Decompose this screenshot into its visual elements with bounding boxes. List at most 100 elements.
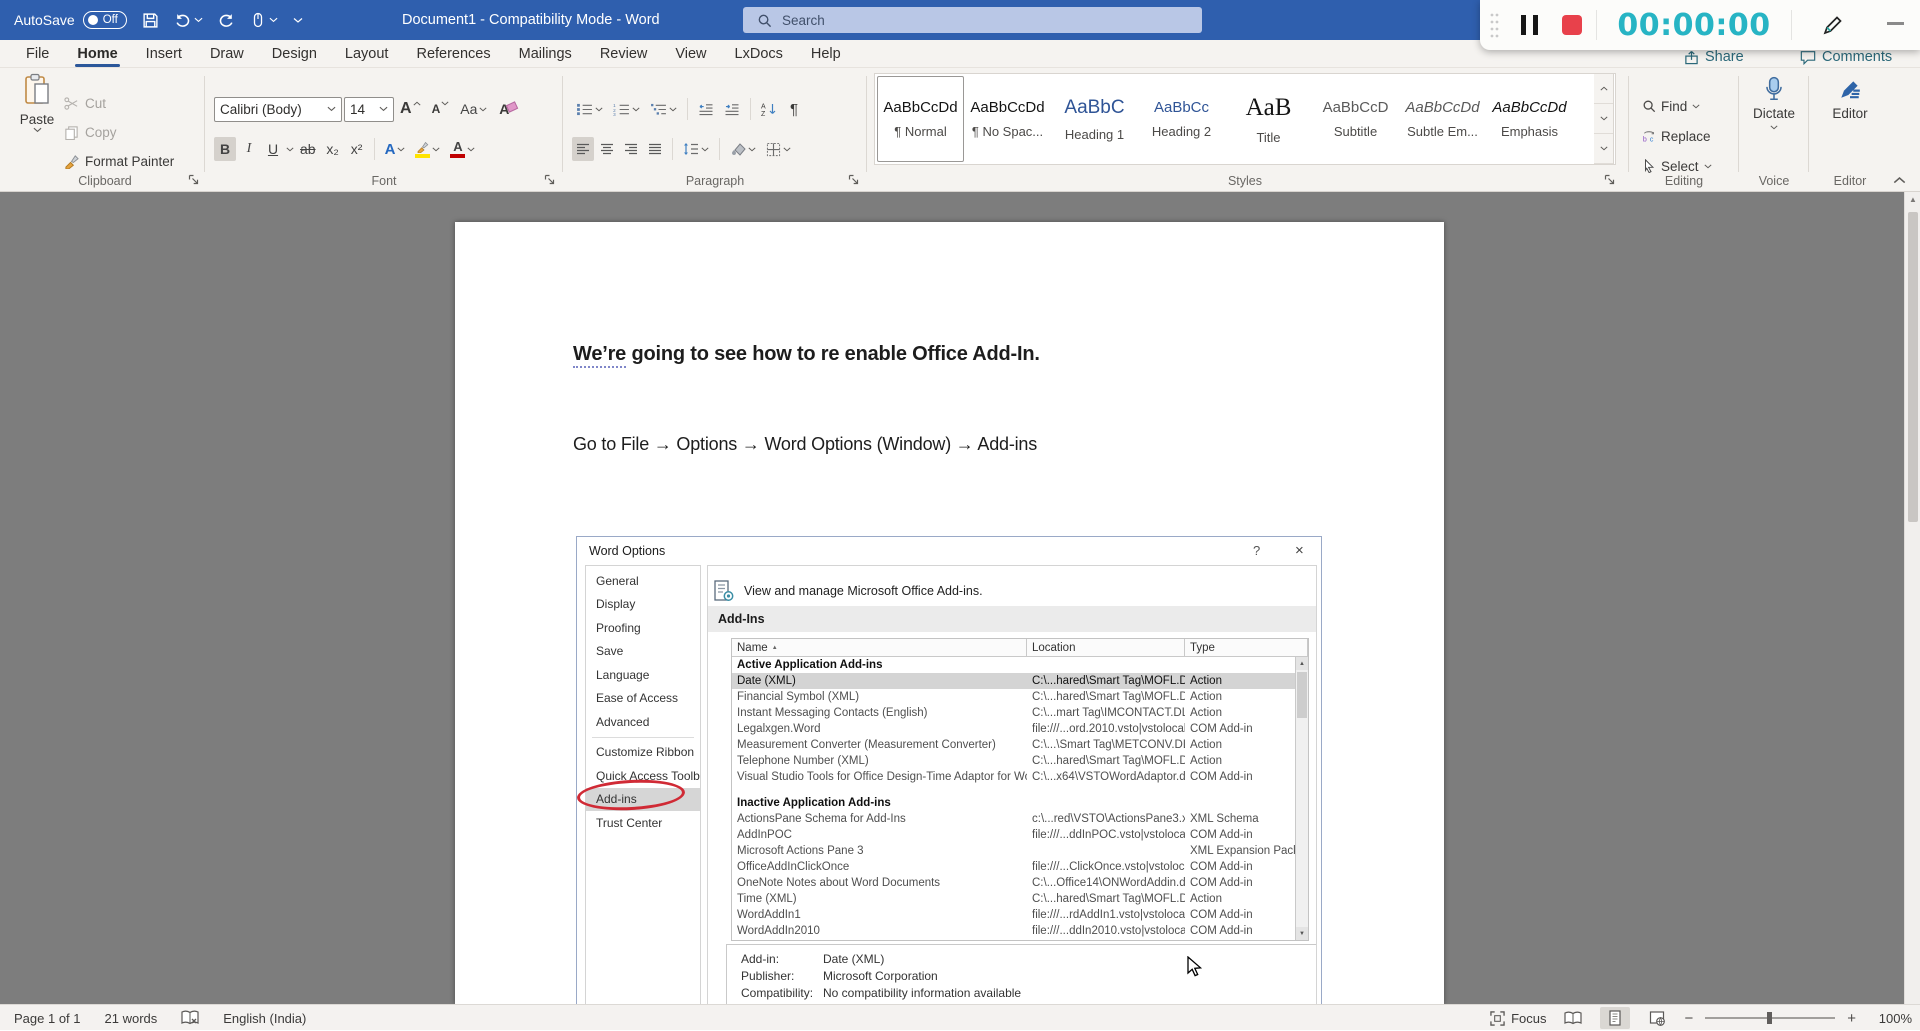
styles-dialog-launcher[interactable] [1604, 174, 1615, 185]
dialog-sidebar-item-advanced[interactable]: Advanced [586, 710, 700, 734]
clear-formatting-button[interactable]: A [493, 97, 515, 121]
style-h1[interactable]: AaBbC Heading 1 [1051, 76, 1138, 162]
addin-row[interactable]: Telephone Number (XML) C:\...hared\Smart … [732, 753, 1308, 769]
dialog-sidebar-item-customize-ribbon[interactable]: Customize Ribbon [586, 741, 700, 765]
tab-home[interactable]: Home [63, 40, 131, 67]
line-spacing-button[interactable] [679, 137, 713, 161]
print-layout-button[interactable] [1600, 1007, 1631, 1029]
collapse-ribbon-button[interactable] [1893, 176, 1906, 184]
language-status[interactable]: English (India) [223, 1011, 306, 1026]
subscript-button[interactable]: x₂ [322, 137, 344, 161]
addin-row[interactable]: Financial Symbol (XML) C:\...hared\Smart … [732, 689, 1308, 705]
bullets-button[interactable] [572, 97, 607, 121]
dialog-sidebar-item-proofing[interactable]: Proofing [586, 616, 700, 640]
addin-row[interactable]: Legalxgen.Word file:///...ord.2010.vsto|v… [732, 721, 1308, 737]
superscript-button[interactable]: x² [346, 137, 368, 161]
search-box[interactable] [743, 7, 1202, 33]
multilevel-list-button[interactable] [646, 97, 681, 121]
tab-mailings[interactable]: Mailings [505, 40, 586, 67]
strikethrough-button[interactable]: ab [296, 137, 320, 161]
addin-row[interactable]: Visual Studio Tools for Office Design-Ti… [732, 769, 1308, 785]
addin-row[interactable]: AddInPOC file:///...ddInPOC.vsto|vstoloca… [732, 827, 1308, 843]
tab-view[interactable]: View [661, 40, 720, 67]
shrink-font-button[interactable]: A [428, 97, 455, 121]
dialog-help-button[interactable]: ? [1253, 543, 1260, 558]
zoom-slider-thumb[interactable] [1767, 1012, 1773, 1024]
undo-button[interactable] [174, 12, 203, 29]
zoom-in-button[interactable]: + [1847, 1010, 1856, 1027]
proofing-errors-button[interactable] [181, 1010, 199, 1026]
text-highlight-button[interactable] [411, 137, 444, 161]
zoom-out-button[interactable]: − [1684, 1010, 1693, 1027]
increase-indent-button[interactable] [720, 97, 744, 121]
dialog-sidebar-item-language[interactable]: Language [586, 663, 700, 687]
scroll-down-icon[interactable]: ▼ [1296, 927, 1308, 940]
dialog-sidebar-item-display[interactable]: Display [586, 593, 700, 617]
web-layout-button[interactable] [1642, 1007, 1672, 1029]
addin-row[interactable]: OfficeAddInClickOnce file:///...ClickOnce… [732, 859, 1308, 875]
tab-design[interactable]: Design [258, 40, 331, 67]
word-count-status[interactable]: 21 words [105, 1011, 158, 1026]
autosave-switch[interactable]: Off [82, 11, 127, 29]
change-case-button[interactable]: Aa [456, 97, 491, 121]
drag-handle-icon[interactable] [1489, 11, 1499, 39]
addin-row[interactable]: OneNote Notes about Word Documents C:\...… [732, 875, 1308, 891]
paste-button[interactable]: Paste [14, 73, 60, 167]
font-dialog-launcher[interactable] [544, 174, 555, 185]
underline-button[interactable]: U [262, 137, 284, 161]
find-button[interactable]: Find [1642, 96, 1700, 116]
scrollbar-thumb[interactable] [1908, 212, 1918, 522]
cut-button[interactable]: Cut [64, 89, 174, 118]
style-nospace[interactable]: AaBbCcDd ¶ No Spac... [964, 76, 1051, 162]
bold-button[interactable]: B [214, 137, 236, 161]
annotate-pen-button[interactable] [1822, 14, 1844, 36]
style-h2[interactable]: AaBbCc Heading 2 [1138, 76, 1225, 162]
addin-row[interactable]: Instant Messaging Contacts (English) C:\.… [732, 705, 1308, 721]
copy-button[interactable]: Copy [64, 118, 174, 147]
document-scrollbar[interactable]: ▲ [1904, 192, 1920, 1004]
addin-row[interactable]: ActionsPane Schema for Add-Ins c:\...red\… [732, 811, 1308, 827]
tab-file[interactable]: File [12, 40, 63, 67]
save-button[interactable] [142, 12, 159, 29]
style-subtle[interactable]: AaBbCcDd Subtle Em... [1399, 76, 1486, 162]
addin-row[interactable]: Microsoft Actions Pane 3 XML Expansion Pa… [732, 843, 1308, 859]
customize-qat-button[interactable] [293, 17, 303, 24]
align-left-button[interactable] [572, 137, 594, 161]
dialog-sidebar-item-ease-of-access[interactable]: Ease of Access [586, 687, 700, 711]
dialog-close-button[interactable]: × [1295, 542, 1304, 559]
zoom-level[interactable]: 100% [1868, 1011, 1912, 1026]
chevron-down-icon[interactable] [286, 147, 294, 152]
table-scrollbar[interactable]: ▲ ▼ [1295, 657, 1308, 940]
pause-recording-button[interactable] [1521, 15, 1538, 35]
replace-button[interactable]: Replace [1642, 126, 1711, 146]
addin-row[interactable]: Time (XML) C:\...hared\Smart Tag\MOFL.DLL… [732, 891, 1308, 907]
editor-button[interactable]: Editor [1814, 76, 1886, 121]
justify-button[interactable] [644, 137, 666, 161]
addin-row[interactable]: Measurement Converter (Measurement Conve… [732, 737, 1308, 753]
scroll-up-icon[interactable]: ▲ [1296, 657, 1308, 670]
tab-draw[interactable]: Draw [196, 40, 258, 67]
addin-row[interactable]: Date (XML) C:\...hared\Smart Tag\MOFL.DLL… [732, 673, 1308, 689]
document-page[interactable]: We’re going to see how to re enable Offi… [455, 222, 1444, 1004]
dialog-sidebar-item-general[interactable]: General [586, 569, 700, 593]
tab-review[interactable]: Review [586, 40, 662, 67]
scrollbar-thumb[interactable] [1297, 672, 1307, 718]
column-header-name[interactable]: Name ▲ [732, 639, 1027, 656]
dictate-button[interactable]: Dictate [1744, 76, 1804, 130]
style-title[interactable]: AaB Title [1225, 76, 1312, 162]
numbering-button[interactable] [609, 97, 644, 121]
align-center-button[interactable] [596, 137, 618, 161]
dialog-sidebar-item-trust-center[interactable]: Trust Center [586, 811, 700, 835]
font-size-select[interactable]: 14 [344, 96, 394, 122]
page-number-status[interactable]: Page 1 of 1 [14, 1011, 81, 1026]
zoom-slider[interactable] [1705, 1012, 1836, 1024]
dialog-sidebar-item-save[interactable]: Save [586, 640, 700, 664]
tab-insert[interactable]: Insert [132, 40, 196, 67]
tab-lxdocs[interactable]: LxDocs [721, 40, 797, 67]
italic-button[interactable]: I [238, 137, 260, 161]
tab-layout[interactable]: Layout [331, 40, 403, 67]
addin-row[interactable]: WordAddIn2010 file:///...ddIn2010.vsto|vs… [732, 923, 1308, 939]
styles-scroll-up-button[interactable] [1594, 74, 1613, 104]
tab-references[interactable]: References [402, 40, 504, 67]
grow-font-button[interactable]: A [396, 97, 426, 121]
